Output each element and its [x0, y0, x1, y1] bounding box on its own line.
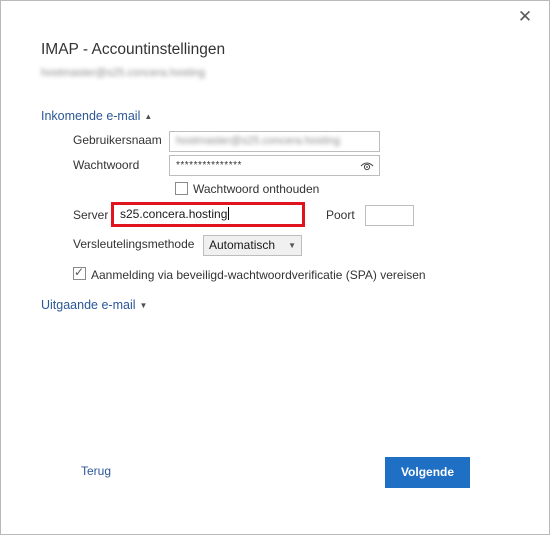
username-label: Gebruikersnaam	[73, 133, 162, 147]
username-input[interactable]: hostmaster@s25.concera.hosting	[169, 131, 380, 152]
account-settings-dialog: ✕ IMAP - Accountinstellingen hostmaster@…	[0, 0, 550, 535]
account-email: hostmaster@s25.concera.hosting	[41, 67, 206, 79]
incoming-mail-header: Inkomende e-mail	[41, 109, 141, 123]
server-input[interactable]: s25.concera.hosting	[111, 202, 305, 227]
password-value: ***************	[176, 160, 242, 171]
password-label: Wachtwoord	[73, 158, 140, 172]
outgoing-mail-toggle[interactable]: Uitgaande e-mail ▼	[41, 298, 147, 312]
port-label: Poort	[326, 208, 355, 222]
checkmark-icon: ✓	[74, 265, 85, 279]
port-input[interactable]	[365, 205, 414, 226]
eye-icon[interactable]	[360, 159, 374, 173]
server-label: Server	[73, 208, 109, 222]
chevron-down-icon: ▼	[139, 301, 148, 310]
remember-password-label: Wachtwoord onthouden	[193, 182, 320, 196]
text-caret	[228, 207, 230, 220]
encryption-value: Automatisch	[209, 238, 276, 252]
remember-password-checkbox[interactable]	[175, 182, 188, 195]
back-button[interactable]: Terug	[81, 464, 111, 478]
outgoing-mail-header: Uitgaande e-mail	[41, 298, 136, 312]
password-input[interactable]: ***************	[169, 155, 380, 176]
next-button[interactable]: Volgende	[385, 457, 470, 488]
server-value: s25.concera.hosting	[120, 207, 228, 221]
spa-label: Aanmelding via beveiligd-wachtwoordverif…	[91, 268, 426, 282]
spa-checkbox[interactable]: ✓	[73, 265, 86, 280]
chevron-down-icon: ▼	[288, 241, 296, 250]
incoming-mail-toggle[interactable]: Inkomende e-mail ▲	[41, 109, 152, 123]
encryption-label: Versleutelingsmethode	[73, 237, 195, 251]
close-icon[interactable]: ✕	[515, 7, 535, 27]
dialog-title: IMAP - Accountinstellingen	[41, 41, 226, 58]
username-value: hostmaster@s25.concera.hosting	[176, 135, 341, 147]
chevron-up-icon: ▲	[144, 112, 153, 121]
encryption-select[interactable]: Automatisch ▼	[203, 235, 302, 256]
